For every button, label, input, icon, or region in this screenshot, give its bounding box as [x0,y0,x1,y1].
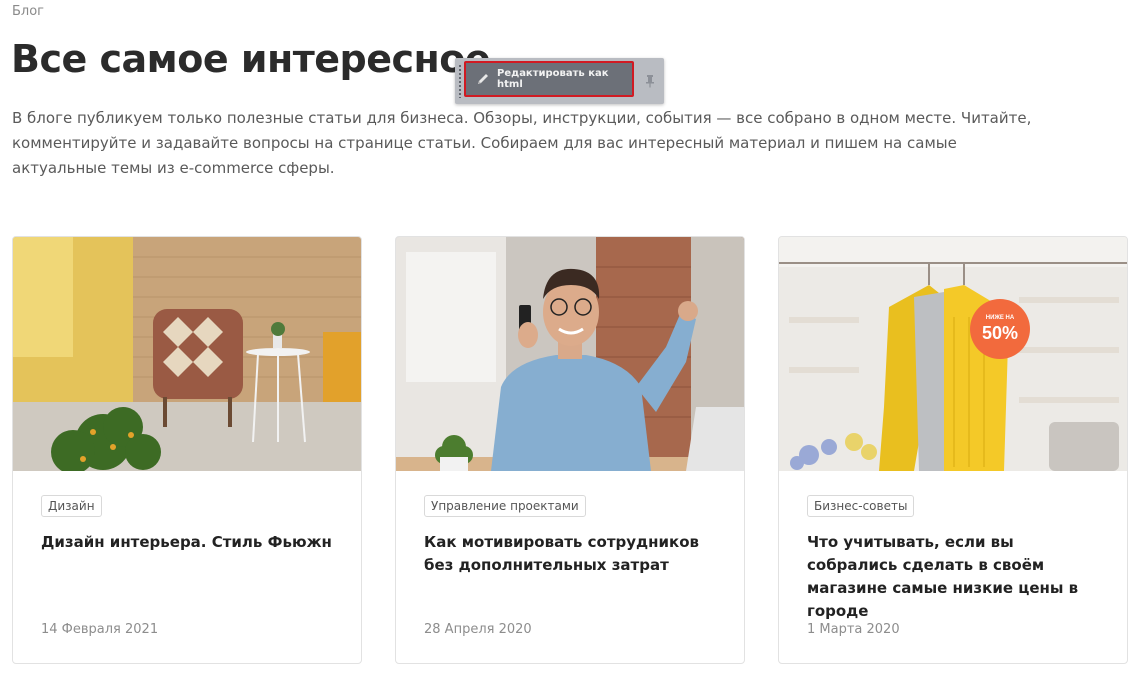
breadcrumb[interactable]: Блог [12,4,44,19]
blog-card[interactable]: Дизайн Дизайн интерьера. Стиль Фьюжн 14 … [12,236,362,664]
card-image-office[interactable] [396,237,744,471]
drag-handle[interactable] [458,64,462,98]
edit-as-html-button[interactable]: Редактировать как html [464,61,634,97]
edit-toolbar: Редактировать как html [455,58,664,104]
card-date: 1 Марта 2020 [807,622,900,637]
edit-as-html-label: Редактировать как html [497,68,609,90]
card-title[interactable]: Дизайн интерьера. Стиль Фьюжн [41,531,341,554]
card-date: 14 Февраля 2021 [41,622,159,637]
blog-description: В блоге публикуем только полезные статьи… [12,109,1032,177]
card-tag[interactable]: Бизнес-советы [807,495,915,517]
badge-big-text: 50% [982,323,1018,343]
card-date: 28 Апреля 2020 [424,622,532,637]
blog-card[interactable]: НИЖЕ НА 50% Бизнес-советы Что учитывать,… [778,236,1128,664]
badge-small-text: НИЖЕ НА [986,315,1015,321]
card-title[interactable]: Как мотивировать сотрудников без дополни… [424,531,724,577]
card-tag[interactable]: Дизайн [41,495,102,517]
card-title[interactable]: Что учитывать, если вы собрались сделать… [807,531,1107,623]
pencil-icon [476,72,490,86]
card-tag[interactable]: Управление проектами [424,495,586,517]
page-title: Все самое интересное [11,37,491,81]
card-image-clothes[interactable]: НИЖЕ НА 50% [779,237,1127,471]
card-image-interior[interactable] [13,237,361,471]
blog-card[interactable]: Управление проектами Как мотивировать со… [395,236,745,664]
pin-icon[interactable] [644,73,656,88]
blog-page: Блог Все самое интересное Редактировать … [0,0,1135,674]
